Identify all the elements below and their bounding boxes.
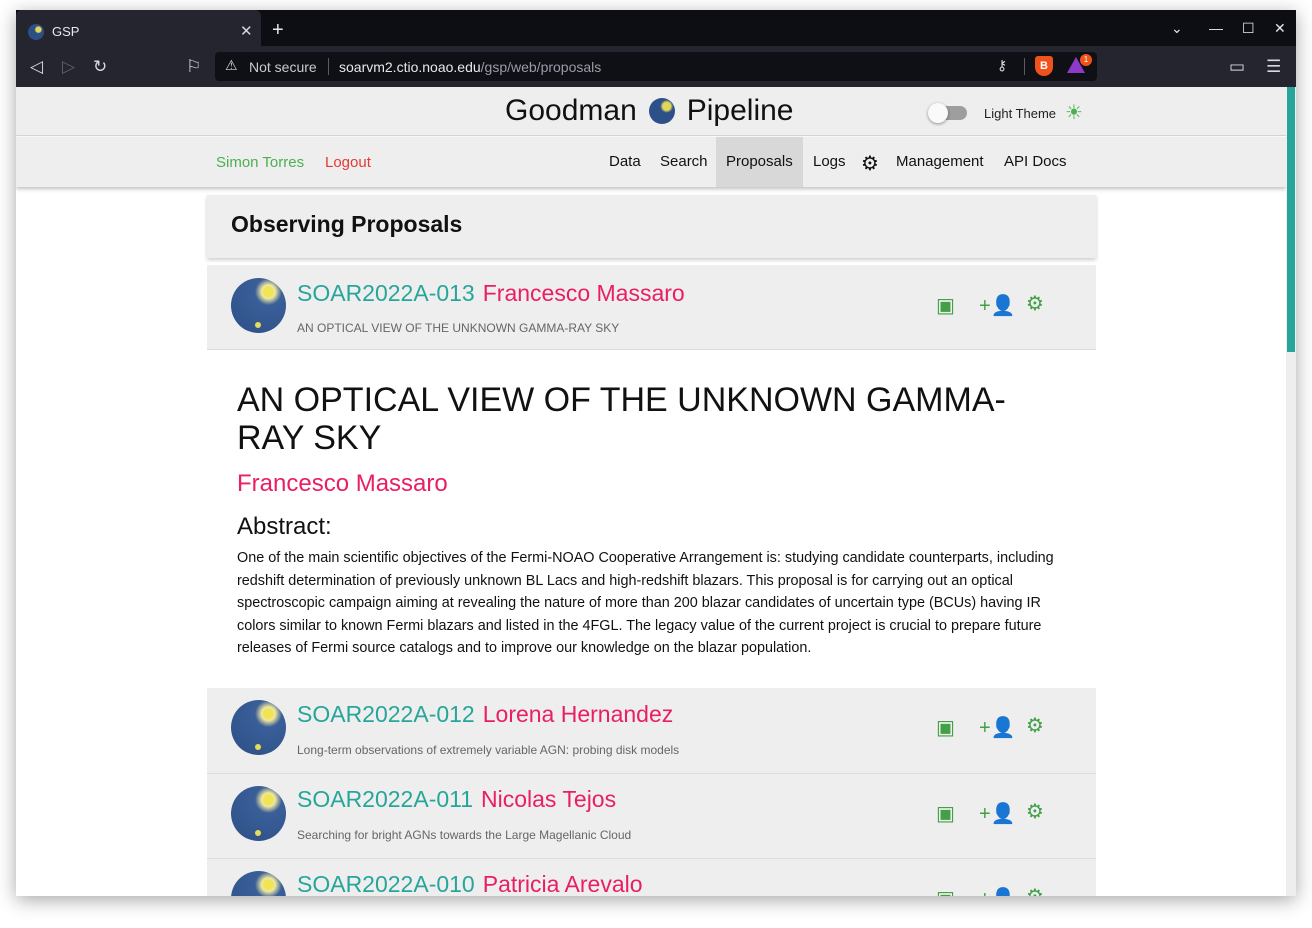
settings-icon[interactable]: ⚙: [1026, 713, 1044, 738]
proposal-row[interactable]: SOAR2022A-012 Lorena Hernandez Long-term …: [207, 688, 1096, 774]
proposal-code[interactable]: SOAR2022A-011: [297, 786, 473, 812]
page-scrollbar[interactable]: [1286, 87, 1296, 896]
minimize-icon[interactable]: —: [1209, 20, 1223, 36]
reload-icon[interactable]: ↻: [93, 57, 107, 77]
gsp-favicon-icon: [28, 24, 44, 40]
app-header: Goodman Pipeline Light Theme ☀: [16, 87, 1286, 136]
proposal-code[interactable]: SOAR2022A-013: [297, 280, 475, 306]
forward-icon[interactable]: ▷: [62, 57, 75, 77]
settings-icon[interactable]: ⚙: [1026, 884, 1044, 896]
add-person-icon[interactable]: +👤: [979, 801, 1016, 826]
proposal-code[interactable]: SOAR2022A-012: [297, 701, 475, 727]
proposal-title-line: SOAR2022A-011 Nicolas Tejos: [297, 786, 616, 813]
nav-search[interactable]: Search: [650, 137, 718, 187]
abstract-heading: Abstract:: [237, 513, 332, 540]
theme-label: Light Theme: [984, 106, 1057, 121]
proposal-pi: Lorena Hernandez: [482, 701, 674, 727]
new-tab-icon[interactable]: +: [272, 19, 284, 42]
logout-link[interactable]: Logout: [325, 154, 371, 171]
proposal-pi: Patricia Arevalo: [482, 871, 643, 896]
proposal-code[interactable]: SOAR2022A-010: [297, 871, 475, 896]
url-divider: [328, 58, 329, 75]
navbar: Simon Torres Logout Data Search Proposal…: [16, 137, 1286, 187]
proposal-title-line: SOAR2022A-012 Lorena Hernandez: [297, 701, 673, 728]
app-title-left: Goodman: [505, 94, 637, 127]
proposal-avatar: [231, 278, 286, 333]
scrollbar-thumb[interactable]: [1287, 87, 1295, 352]
proposal-avatar: [231, 786, 286, 841]
tab-strip: GSP ✕ + ⌄ — ☐ ✕: [16, 10, 1296, 46]
image-icon[interactable]: ▣: [936, 886, 955, 896]
app-title-right: Pipeline: [686, 94, 794, 127]
proposal-row[interactable]: SOAR2022A-010 Patricia Arevalo ▣ +👤 ⚙: [207, 859, 1096, 896]
not-secure-label: Not secure: [249, 59, 317, 75]
abstract-text: One of the main scientific objectives of…: [237, 550, 1054, 657]
proposal-pi: Nicolas Tejos: [481, 786, 617, 812]
app-title: Goodman Pipeline: [505, 94, 794, 128]
toggle-knob: [928, 103, 948, 123]
key-icon[interactable]: ⚷: [997, 57, 1007, 74]
url-text[interactable]: soarvm2.ctio.noao.edu/gsp/web/proposals: [339, 59, 601, 75]
proposal-title-line: SOAR2022A-010 Patricia Arevalo: [297, 871, 643, 896]
proposal-subtitle: Searching for bright AGNs towards the La…: [297, 828, 632, 842]
proposal-row[interactable]: SOAR2022A-013 Francesco Massaro AN OPTICA…: [207, 265, 1096, 350]
image-icon[interactable]: ▣: [936, 715, 955, 740]
close-window-icon[interactable]: ✕: [1274, 20, 1286, 37]
nav-proposals[interactable]: Proposals: [716, 137, 803, 187]
tab-title: GSP: [52, 24, 80, 39]
nav-logs[interactable]: Logs: [803, 137, 856, 187]
nav-data[interactable]: Data: [599, 137, 651, 187]
rewards-badge: 1: [1080, 54, 1092, 66]
goodman-logo-icon: [648, 98, 675, 124]
proposals-header-card: Observing Proposals: [207, 195, 1096, 258]
user-link[interactable]: Simon Torres: [216, 154, 304, 171]
settings-icon[interactable]: ⚙: [1026, 799, 1044, 824]
proposal-pi: Francesco Massaro: [482, 280, 685, 306]
browser-toolbar: ◁ ▷ ↻ ⚐ ⚠ Not secure soarvm2.ctio.noao.e…: [16, 46, 1296, 87]
browser-window: GSP ✕ + ⌄ — ☐ ✕ ◁ ▷ ↻ ⚐ ⚠ Not secure soa…: [16, 10, 1296, 896]
image-icon[interactable]: ▣: [936, 801, 955, 826]
proposal-subtitle: AN OPTICAL VIEW OF THE UNKNOWN GAMMA-RAY…: [297, 321, 620, 335]
browser-tab[interactable]: GSP ✕: [16, 10, 261, 46]
proposal-subtitle: Long-term observations of extremely vari…: [297, 743, 680, 757]
url-domain: soarvm2.ctio.noao.edu: [339, 59, 481, 75]
proposal-row[interactable]: SOAR2022A-011 Nicolas Tejos Searching for…: [207, 774, 1096, 859]
bookmark-icon[interactable]: ⚐: [186, 57, 201, 77]
detail-title: AN OPTICAL VIEW OF THE UNKNOWN GAMMA-RAY…: [237, 381, 1006, 457]
warning-icon: ⚠: [225, 57, 238, 73]
maximize-icon[interactable]: ☐: [1242, 20, 1255, 37]
brave-shields-icon[interactable]: B: [1035, 56, 1053, 76]
nav-api-docs[interactable]: API Docs: [994, 137, 1077, 187]
sun-icon: ☀: [1065, 102, 1083, 124]
web-page: Goodman Pipeline Light Theme ☀ Simon Tor…: [16, 87, 1286, 896]
detail-pi: Francesco Massaro: [237, 470, 448, 497]
nav-management[interactable]: Management: [886, 137, 994, 187]
url-path: /gsp/web/proposals: [480, 59, 602, 75]
close-tab-icon[interactable]: ✕: [240, 22, 253, 40]
tab-search-chevron-icon[interactable]: ⌄: [1171, 20, 1183, 37]
address-bar[interactable]: ⚠ Not secure soarvm2.ctio.noao.edu/gsp/w…: [215, 52, 1097, 81]
add-person-icon[interactable]: +👤: [979, 886, 1016, 896]
proposal-avatar: [231, 871, 286, 896]
add-person-icon[interactable]: +👤: [979, 293, 1016, 318]
proposal-title-line: SOAR2022A-013 Francesco Massaro: [297, 280, 685, 307]
settings-gear-icon[interactable]: ⚙: [861, 151, 879, 176]
wallet-icon[interactable]: ▭: [1229, 57, 1245, 77]
back-icon[interactable]: ◁: [30, 57, 43, 77]
proposal-avatar: [231, 700, 286, 755]
add-person-icon[interactable]: +👤: [979, 715, 1016, 740]
proposal-detail: AN OPTICAL VIEW OF THE UNKNOWN GAMMA-RAY…: [207, 350, 1096, 688]
theme-toggle[interactable]: [928, 103, 967, 123]
image-icon[interactable]: ▣: [936, 293, 955, 318]
menu-icon[interactable]: ☰: [1266, 57, 1281, 77]
settings-icon[interactable]: ⚙: [1026, 291, 1044, 316]
url-divider-2: [1024, 58, 1025, 75]
page-title: Observing Proposals: [231, 211, 463, 237]
